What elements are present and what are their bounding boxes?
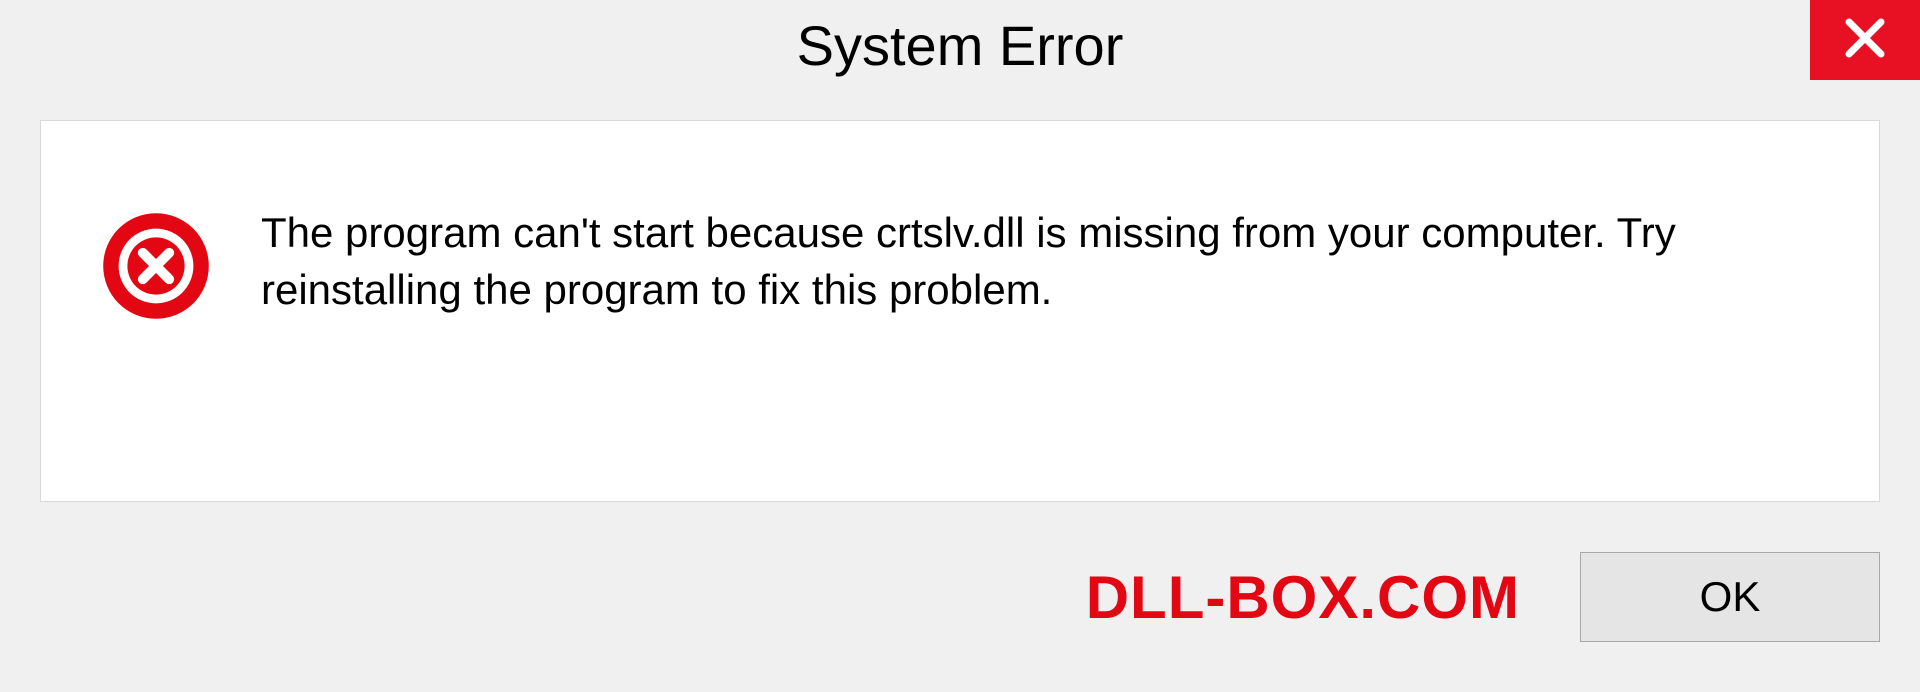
close-icon <box>1841 14 1889 67</box>
brand-label: DLL-BOX.COM <box>1086 563 1520 632</box>
error-message: The program can't start because crtslv.d… <box>261 201 1819 318</box>
dialog-title: System Error <box>797 13 1124 78</box>
ok-button[interactable]: OK <box>1580 552 1880 642</box>
title-bar: System Error <box>0 0 1920 90</box>
error-icon <box>101 211 211 321</box>
bottom-bar: DLL-BOX.COM OK <box>40 532 1880 662</box>
content-panel: The program can't start because crtslv.d… <box>40 120 1880 502</box>
close-button[interactable] <box>1810 0 1920 80</box>
